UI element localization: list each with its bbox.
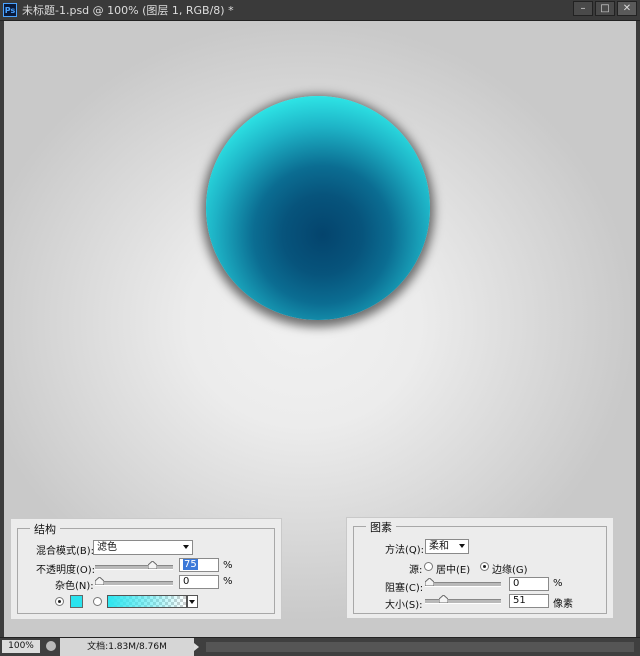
document-title-bar: Ps 未标题-1.psd @ 100% (图层 1, RGB/8) * – □ … [0, 0, 640, 21]
document-canvas[interactable]: 结构 混合模式(B): 滤色 不透明度(O): 75 % 杂色(N): 0 % [4, 21, 636, 637]
blend-mode-value: 滤色 [97, 542, 117, 553]
solid-color-radio[interactable] [55, 597, 64, 606]
source-edge-radio[interactable] [480, 562, 489, 571]
source-label: 源: [409, 565, 423, 576]
choke-input[interactable]: 0 [509, 577, 549, 591]
play-arrow-icon[interactable] [194, 643, 199, 651]
opacity-value: 75 [183, 559, 198, 570]
size-label: 大小(S): [385, 600, 423, 611]
document-status-icon[interactable] [46, 641, 56, 651]
status-bar: 100% 文档:1.83M/8.76M [0, 637, 640, 656]
size-slider[interactable] [425, 595, 501, 604]
blend-mode-label: 混合模式(B): [36, 546, 95, 557]
glow-gradient-preview[interactable] [107, 595, 187, 608]
gradient-dropdown[interactable] [187, 595, 198, 608]
opacity-slider-thumb[interactable] [148, 561, 157, 569]
chevron-down-icon [183, 545, 189, 549]
source-center-radio[interactable] [424, 562, 433, 571]
source-edge-label: 边缘(G) [492, 565, 528, 576]
opacity-label: 不透明度(O): [36, 565, 96, 576]
chevron-down-icon [459, 544, 465, 548]
glowing-sphere [206, 96, 430, 320]
technique-value: 柔和 [429, 541, 449, 552]
elements-panel: 图素 方法(Q): 柔和 源: 居中(E) 边缘(G) 阻塞(C): 0 % 大… [346, 517, 614, 619]
document-title: 未标题-1.psd @ 100% (图层 1, RGB/8) * [22, 4, 234, 17]
opacity-unit: % [223, 560, 233, 571]
choke-label: 阻塞(C): [385, 583, 424, 594]
size-unit: 像素 [553, 599, 573, 610]
horizontal-scrollbar[interactable] [206, 642, 634, 652]
close-button[interactable]: ✕ [617, 1, 637, 16]
elements-title: 图素 [366, 519, 396, 535]
choke-unit: % [553, 578, 563, 589]
noise-label: 杂色(N): [55, 581, 94, 592]
document-info: 文档:1.83M/8.76M [60, 638, 194, 656]
noise-slider[interactable] [95, 577, 173, 586]
size-slider-thumb[interactable] [439, 595, 448, 603]
choke-value: 0 [513, 578, 520, 589]
restore-button[interactable]: □ [595, 1, 615, 16]
choke-slider[interactable] [425, 578, 501, 587]
structure-panel: 结构 混合模式(B): 滤色 不透明度(O): 75 % 杂色(N): 0 % [10, 518, 282, 620]
photoshop-icon: Ps [3, 3, 17, 17]
noise-unit: % [223, 576, 233, 587]
zoom-level[interactable]: 100% [2, 640, 40, 653]
chevron-down-icon [189, 600, 195, 604]
structure-title: 结构 [30, 521, 60, 537]
technique-label: 方法(Q): [385, 545, 425, 556]
source-center-label: 居中(E) [436, 565, 471, 576]
noise-input[interactable]: 0 [179, 575, 219, 589]
opacity-input[interactable]: 75 [179, 558, 219, 572]
opacity-slider[interactable] [95, 561, 173, 570]
noise-value: 0 [183, 576, 190, 587]
technique-select[interactable]: 柔和 [425, 539, 469, 554]
noise-slider-thumb[interactable] [95, 577, 104, 585]
minimize-button[interactable]: – [573, 1, 593, 16]
blend-mode-select[interactable]: 滤色 [93, 540, 193, 555]
size-input[interactable]: 51 [509, 594, 549, 608]
choke-slider-thumb[interactable] [425, 578, 434, 586]
glow-color-swatch[interactable] [70, 595, 83, 608]
size-value: 51 [513, 595, 526, 606]
gradient-radio[interactable] [93, 597, 102, 606]
